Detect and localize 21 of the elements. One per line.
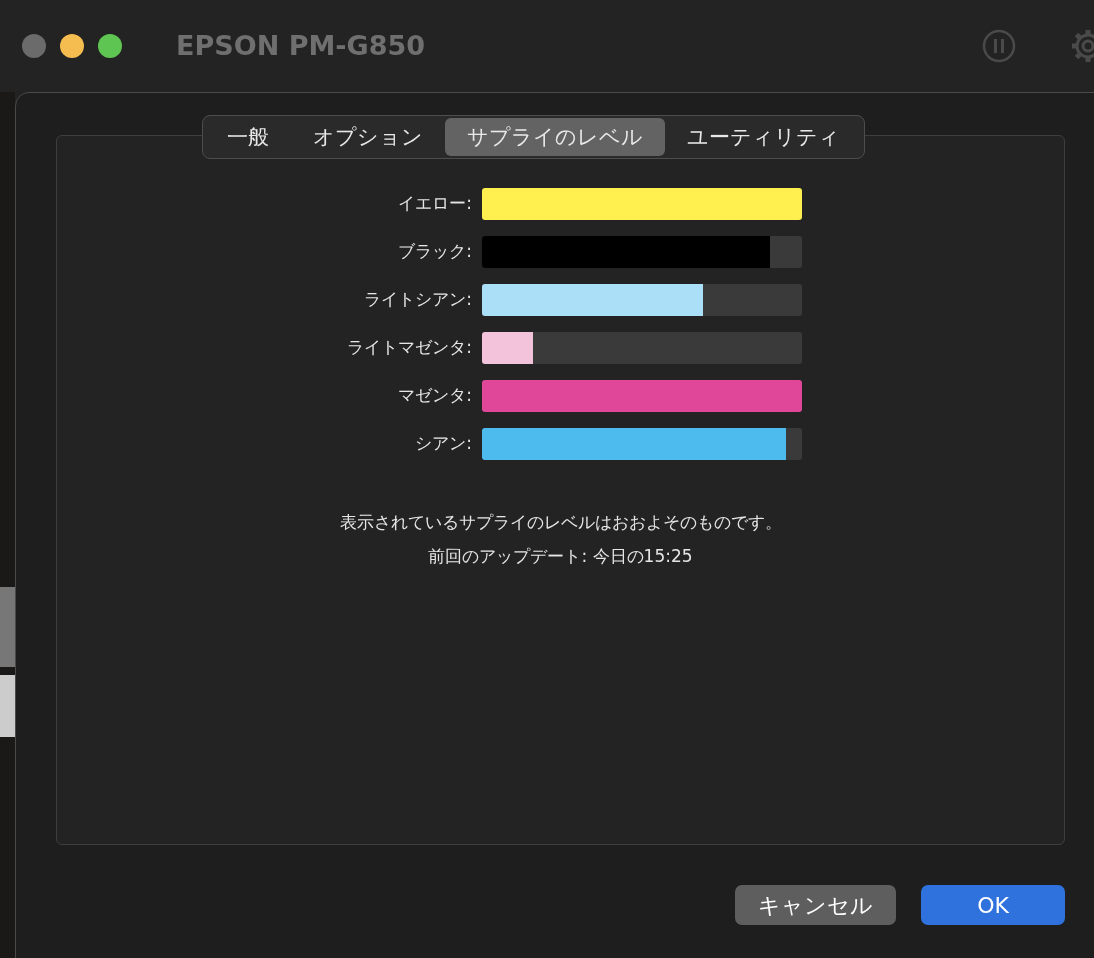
tab[interactable]: オプション (291, 118, 445, 156)
info-text: 前回のアップデート: 今日の15:25 (428, 544, 693, 568)
ink-label: ライトシアン: (363, 288, 473, 312)
photo-placeholder (0, 675, 15, 737)
ink-label: マゼンタ: (397, 384, 473, 408)
window-title: EPSON PM-G850 (176, 28, 425, 63)
ink-label: シアン: (414, 432, 473, 456)
settings-icon[interactable] (1070, 28, 1094, 64)
cancel-button[interactable]: キャンセル (735, 885, 896, 925)
ok-button[interactable]: OK (921, 885, 1065, 925)
tab[interactable]: ユーティリティ (665, 118, 862, 156)
close-button[interactable] (22, 34, 46, 58)
tab[interactable]: 一般 (205, 118, 291, 156)
info-text: 表示されているサプライのレベルはおおよそのものです。 (339, 511, 782, 534)
ink-label: ブラック: (397, 240, 473, 264)
ink-label: ライトマゼンタ: (346, 336, 473, 360)
zoom-button[interactable] (98, 34, 122, 58)
ink-label: イエロー: (397, 192, 473, 216)
tab[interactable]: サプライのレベル (445, 118, 665, 156)
pause-icon[interactable] (982, 29, 1016, 63)
minimize-button[interactable] (60, 34, 84, 58)
